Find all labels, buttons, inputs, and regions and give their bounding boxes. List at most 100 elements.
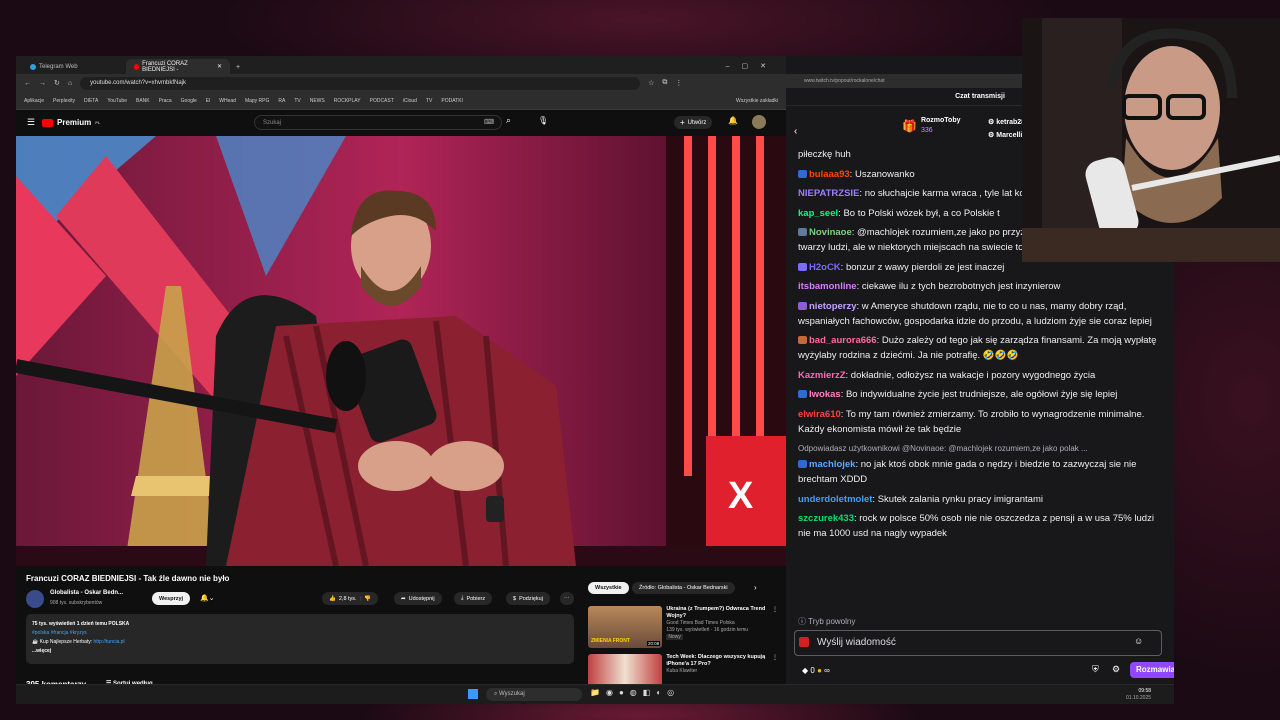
suggestion-item[interactable]: ZMIENIA FRONT 20:08 Ukraina (z Trumpem?)… <box>588 606 778 648</box>
all-bookmarks[interactable]: Wszystkie zakładki <box>736 98 786 104</box>
chat-username[interactable]: NIEPATRZSIE <box>798 188 859 199</box>
chat-message[interactable]: nietoperzy: w Ameryce shutdown rządu, ni… <box>798 300 1164 330</box>
shield-icon[interactable]: ⛨ <box>1092 664 1099 675</box>
chat-username[interactable]: underdoletmolet <box>798 494 872 505</box>
bookmark-item[interactable]: Mapy RPG <box>245 98 269 104</box>
chat-username[interactable]: machlojek <box>809 459 855 470</box>
avatar[interactable] <box>752 115 766 129</box>
new-tab-icon[interactable]: + <box>230 64 246 74</box>
description-link[interactable]: http://tuncia.pl <box>94 639 125 645</box>
video-duration: 20:08 <box>647 641 661 646</box>
keyboard-icon[interactable]: ⌨ <box>484 118 494 126</box>
description-more[interactable]: ...więcej <box>32 647 568 656</box>
chat-message[interactable]: elwira610: To my tam również zmierzamy. … <box>798 408 1164 438</box>
chat-message[interactable]: szczurek433: rock w polsce 50% osob nie … <box>798 512 1164 542</box>
video-player[interactable]: X <box>16 136 786 566</box>
channel-avatar[interactable] <box>26 590 44 608</box>
bookmark-item[interactable]: El <box>206 98 210 104</box>
channel-name[interactable]: Globalista - Oskar Bedn... <box>50 590 123 596</box>
extensions-icon[interactable]: ⧉ <box>662 79 667 87</box>
telegram-icon <box>30 63 36 70</box>
settings-gear-icon[interactable]: ⚙ <box>1112 664 1120 675</box>
notify-bell-icon[interactable]: 🔔⌄ <box>200 594 215 602</box>
window-controls[interactable]: –▢✕ <box>718 62 786 74</box>
taskbar-search[interactable]: ⌕ Wyszukaj <box>486 688 582 701</box>
bookmark-item[interactable]: Aplikacje <box>24 98 44 104</box>
chat-username[interactable]: itsbamonline <box>798 281 857 292</box>
url-field[interactable]: youtube.com/watch?v=xhvmbkfNajk <box>80 76 641 90</box>
close-tab-icon[interactable]: ✕ <box>217 63 222 70</box>
chat-message[interactable]: H2oCK: bonzur z wawy pierdoli ze jest in… <box>798 261 1164 276</box>
bookmark-item[interactable]: ROCKPLAY <box>334 98 361 104</box>
menu-icon[interactable]: ⋮ <box>675 79 682 87</box>
chat-username[interactable]: Novinaoe <box>809 227 852 238</box>
description-tags[interactable]: #polska #francja #kryzys <box>32 629 568 638</box>
filter-chip-all[interactable]: Wszystkie <box>588 582 629 594</box>
bookmark-item[interactable]: iCloud <box>403 98 417 104</box>
chat-message[interactable]: KazmierzZ: dokładnie, odłożysz na wakacj… <box>798 369 1164 384</box>
channel-points[interactable]: ◆ 0 ● ∞ <box>802 666 830 675</box>
system-clock[interactable]: 09:58 01.10.2025 <box>1126 688 1151 702</box>
chat-message[interactable]: underdoletmolet: Skutek zalania rynku pr… <box>798 493 1164 508</box>
thanks-button[interactable]: $ Podziękuj <box>506 592 550 605</box>
taskbar-apps[interactable]: 📁◉●◍◧◐◎ <box>590 688 680 697</box>
chat-username[interactable]: Iwokas <box>809 389 841 400</box>
bookmark-item[interactable]: RA <box>278 98 285 104</box>
chevron-right-icon[interactable]: › <box>754 583 757 592</box>
hamburger-icon[interactable]: ☰ <box>27 117 35 128</box>
chat-send-button[interactable]: Rozmawiaj <box>1130 662 1174 678</box>
like-button[interactable]: 👍 2,8 tys. | 👎 <box>322 592 378 605</box>
home-icon[interactable]: ⌂ <box>68 80 72 87</box>
bookmark-item[interactable]: Perplexity <box>53 98 75 104</box>
bookmark-item[interactable]: NEWS <box>310 98 325 104</box>
bookmark-item[interactable]: PODCAST <box>370 98 394 104</box>
chat-username[interactable]: bulaaa93 <box>809 169 850 180</box>
bookmark-item[interactable]: DIETA <box>84 98 98 104</box>
download-button[interactable]: ⤓ Pobierz <box>454 592 493 605</box>
chat-username[interactable]: H2oCK <box>809 262 841 273</box>
chat-username[interactable]: kap_seel <box>798 208 838 219</box>
more-actions-button[interactable]: ⋯ <box>560 592 574 605</box>
collapse-chat-icon[interactable]: ‹ <box>794 126 797 137</box>
share-button[interactable]: ➦ Udostępnij <box>394 592 442 605</box>
forward-icon[interactable]: → <box>39 80 46 87</box>
chat-message[interactable]: bad_aurora666: Dużo zależy od tego jak s… <box>798 334 1164 364</box>
bookmark-item[interactable]: TV <box>426 98 432 104</box>
more-vert-icon[interactable]: ⋮ <box>772 606 778 648</box>
support-button[interactable]: Wesprzyj <box>152 592 191 605</box>
chat-username[interactable]: bad_aurora666 <box>809 335 877 346</box>
bookmark-item[interactable]: WHead <box>219 98 236 104</box>
create-button[interactable]: + Utwórz <box>674 116 713 129</box>
chat-message[interactable]: itsbamonline: ciekawe ilu z tych bezrobo… <box>798 280 1164 295</box>
bookmark-item[interactable]: Praca <box>159 98 172 104</box>
bookmark-item[interactable]: PODATKI <box>441 98 463 104</box>
mic-icon[interactable]: 🎙 <box>538 116 548 125</box>
search-input[interactable]: Szukaj <box>254 115 502 130</box>
top-gifter[interactable]: 🎁 RozmoToby 336 <box>902 116 961 136</box>
bookmark-item[interactable]: Google <box>181 98 197 104</box>
chat-username[interactable]: elwira610 <box>798 409 841 420</box>
browser-tab-youtube[interactable]: Francuzi CORAZ BIEDNIEJSI - ✕ <box>126 59 230 74</box>
bookmark-item[interactable]: YouTube <box>107 98 127 104</box>
description-box[interactable]: 75 tys. wyświetleń 1 dzień temu POLSKA #… <box>26 614 574 664</box>
bookmark-item[interactable]: BANK <box>136 98 150 104</box>
chat-username[interactable]: szczurek433 <box>798 513 854 524</box>
reload-icon[interactable]: ↻ <box>54 79 60 87</box>
chat-username[interactable]: nietoperzy <box>809 301 857 312</box>
back-icon[interactable]: ← <box>24 80 31 87</box>
chat-badge-icon <box>798 390 807 399</box>
search-icon[interactable]: ⌕ <box>506 115 511 126</box>
filter-chip-source[interactable]: Źródło: Globalista - Oskar Bednarski <box>632 582 735 594</box>
bell-icon[interactable]: 🔔 <box>728 116 738 125</box>
thumbs-down-icon[interactable]: 👎 <box>364 596 371 602</box>
start-icon[interactable] <box>468 689 478 699</box>
youtube-logo[interactable]: Premium PL <box>42 118 100 127</box>
chat-message[interactable]: Odpowiadasz użytkownikowi @Novinaoe: @ma… <box>798 442 1164 487</box>
chat-username[interactable]: KazmierzZ <box>798 370 846 381</box>
browser-tab-telegram[interactable]: Telegram Web <box>22 59 126 74</box>
emote-icon[interactable]: ☺ <box>1134 636 1143 646</box>
chat-input[interactable]: Wyślij wiadomość <box>794 630 1162 656</box>
chat-message[interactable]: Iwokas: Bo indywidualne życie jest trudn… <box>798 388 1164 403</box>
bookmark-star-icon[interactable]: ☆ <box>648 79 654 87</box>
bookmark-item[interactable]: TV <box>294 98 300 104</box>
